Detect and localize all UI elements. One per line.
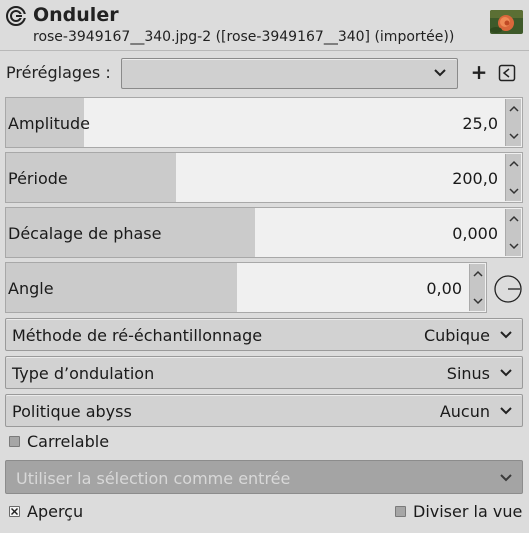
chevron-up-icon[interactable] (509, 160, 519, 168)
phase-shift-label: Décalage de phase (8, 224, 162, 243)
chevron-down-icon[interactable] (509, 132, 519, 140)
chevron-up-icon[interactable] (509, 215, 519, 223)
chevron-up-icon[interactable] (509, 105, 519, 113)
gimp-wilber-icon (5, 5, 27, 27)
resampling-method-label: Méthode de ré-échantillonnage (12, 326, 263, 345)
rose-image-thumbnail (490, 10, 523, 34)
preset-menu-icon (498, 64, 516, 82)
tileable-label[interactable]: Carrelable (27, 432, 109, 451)
split-view-label[interactable]: Diviser la vue (413, 502, 522, 521)
use-selection-label: Utiliser la sélection comme entrée (16, 469, 291, 488)
period-value[interactable]: 200,0 (452, 169, 498, 188)
chevron-up-icon[interactable] (473, 270, 483, 278)
chevron-down-icon (500, 407, 512, 415)
resampling-method-combo[interactable]: Méthode de ré-échantillonnage Cubique (5, 318, 523, 351)
amplitude-stepper[interactable] (505, 99, 521, 146)
abyss-policy-value: Aucun (439, 402, 490, 421)
use-selection-as-input-combo: Utiliser la sélection comme entrée (5, 460, 523, 494)
chevron-down-icon[interactable] (473, 297, 483, 305)
abyss-policy-label: Politique abyss (12, 402, 132, 421)
chevron-down-icon[interactable] (509, 242, 519, 250)
abyss-policy-combo[interactable]: Politique abyss Aucun (5, 394, 523, 427)
split-view-checkbox[interactable] (395, 506, 406, 517)
angle-stepper[interactable] (469, 264, 485, 311)
dialog-subtitle: rose-3949167__340.jpg-2 ([rose-3949167__… (33, 29, 455, 45)
check-mark-icon (11, 508, 18, 515)
period-spin-scale[interactable]: Période 200,0 (5, 152, 523, 203)
preview-checkbox[interactable] (9, 506, 20, 517)
angle-spin-scale[interactable]: Angle 0,00 (5, 262, 487, 313)
period-label: Période (8, 169, 68, 188)
plus-icon: + (470, 60, 488, 84)
preview-label[interactable]: Aperçu (27, 502, 83, 521)
resampling-method-value: Cubique (423, 326, 490, 345)
wave-type-label: Type d’ondulation (12, 364, 155, 383)
phase-shift-spin-scale[interactable]: Décalage de phase 0,000 (5, 207, 523, 258)
wave-type-value: Sinus (446, 364, 490, 383)
presets-combo[interactable] (121, 58, 458, 89)
wave-type-combo[interactable]: Type d’ondulation Sinus (5, 356, 523, 389)
angle-label: Angle (8, 279, 54, 298)
angle-dial-icon[interactable] (493, 274, 523, 304)
phase-shift-value[interactable]: 0,000 (452, 224, 498, 243)
header-divider (0, 50, 529, 51)
preset-menu-button[interactable] (498, 64, 516, 82)
amplitude-value[interactable]: 25,0 (462, 114, 498, 133)
chevron-down-icon (500, 331, 512, 339)
dialog-title: Onduler (33, 4, 119, 26)
tileable-checkbox[interactable] (9, 436, 20, 447)
chevron-down-icon (500, 474, 512, 482)
amplitude-label: Amplitude (8, 114, 90, 133)
phase-shift-stepper[interactable] (505, 209, 521, 256)
chevron-down-icon (500, 369, 512, 377)
chevron-down-icon[interactable] (509, 187, 519, 195)
add-preset-button[interactable]: + (470, 61, 488, 83)
angle-value[interactable]: 0,00 (426, 279, 462, 298)
period-stepper[interactable] (505, 154, 521, 201)
presets-label: Préréglages : (6, 63, 111, 82)
chevron-down-icon (434, 69, 446, 77)
amplitude-spin-scale[interactable]: Amplitude 25,0 (5, 97, 523, 148)
